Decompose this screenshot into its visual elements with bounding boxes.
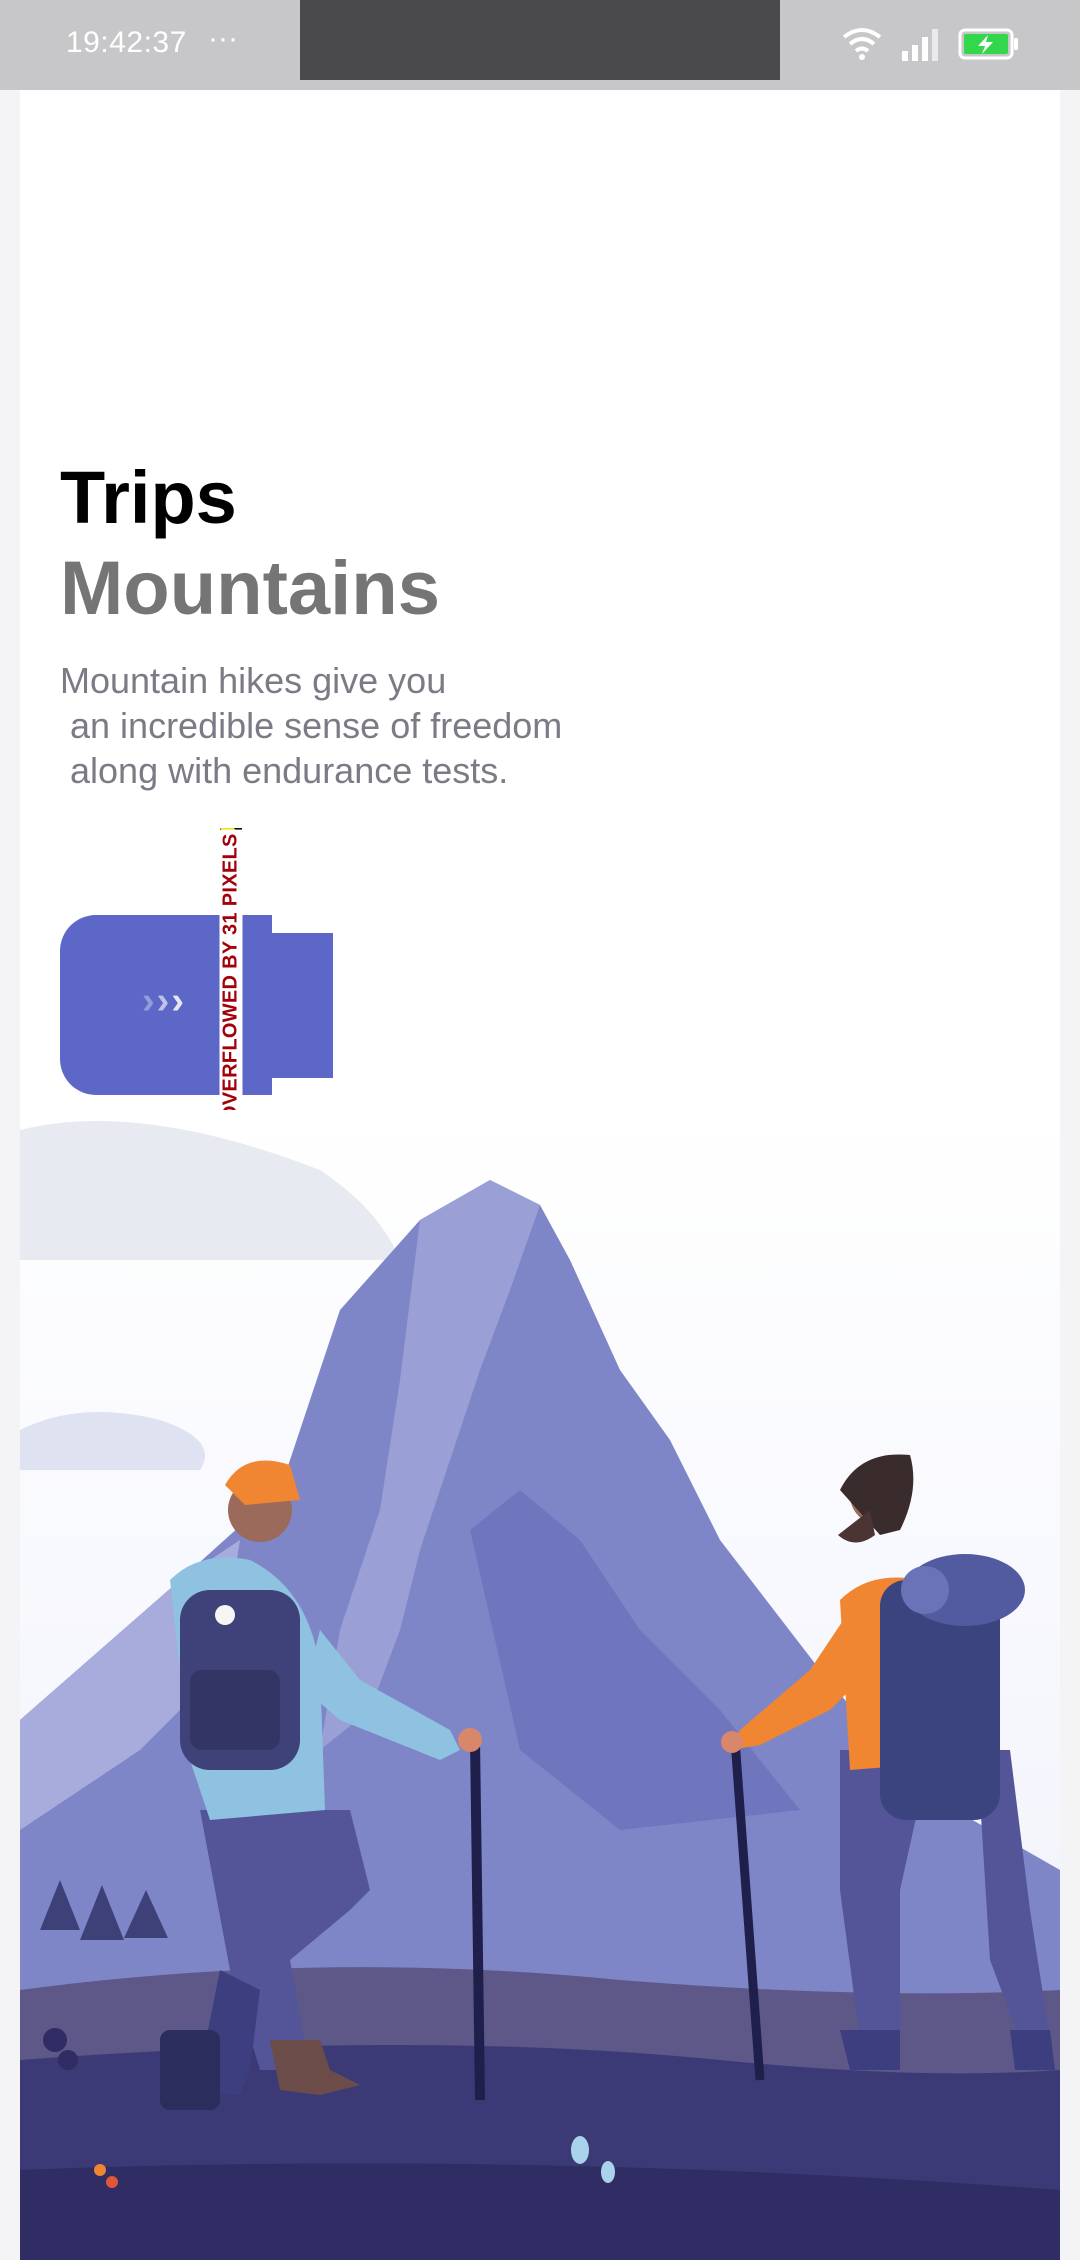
status-time: 19:42:37: [66, 26, 187, 59]
status-more-icon: ···: [208, 22, 238, 55]
status-icons: [842, 22, 1020, 66]
wifi-icon: [842, 27, 882, 61]
camera-notch: [300, 0, 780, 80]
status-bar: 19:42:37 ···: [0, 0, 1080, 90]
hikers-mountain-illustration: [20, 1110, 1060, 2260]
signal-icon: [900, 27, 940, 61]
triple-chevron-right-icon: ›››: [142, 980, 186, 1022]
trip-description: Mountain hikes give you an incredible se…: [60, 660, 563, 791]
battery-charging-icon: [958, 27, 1020, 61]
page-title: Trips: [60, 456, 237, 539]
trip-category: Mountains: [60, 546, 440, 631]
trip-page: Trips Mountains Mountain hikes give you …: [20, 90, 1060, 2260]
